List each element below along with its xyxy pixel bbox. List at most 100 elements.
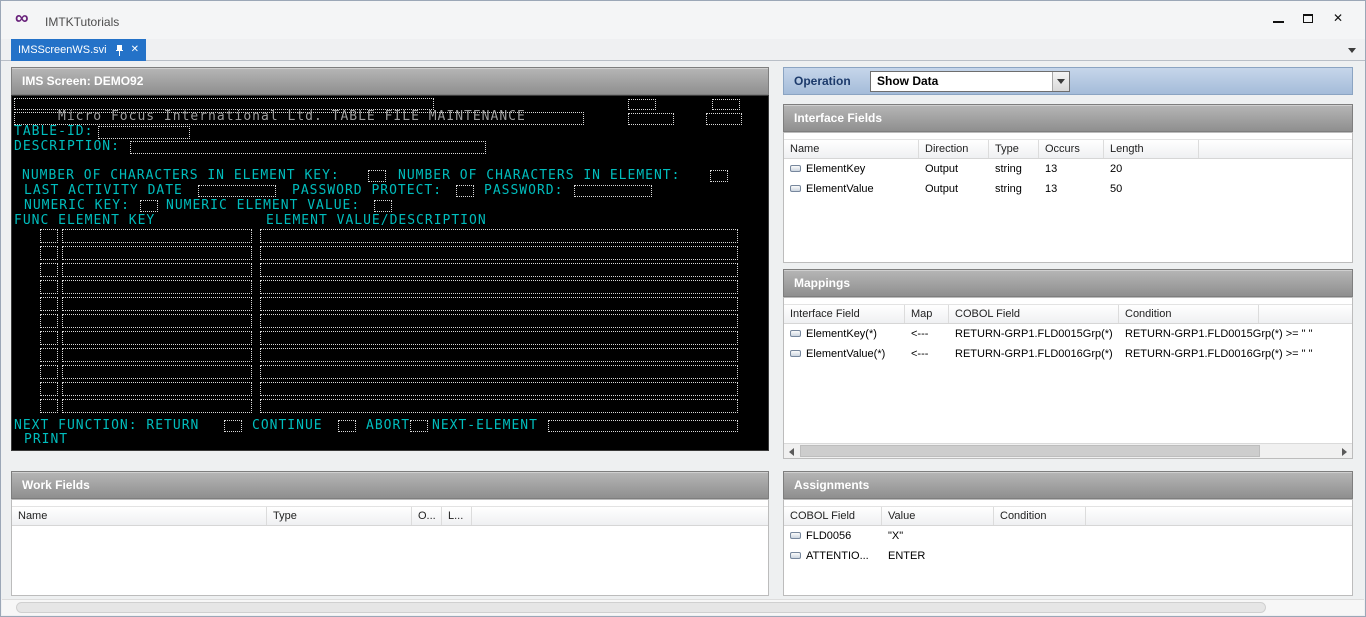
screen-text: NUMBER OF CHARACTERS IN ELEMENT KEY: (22, 169, 340, 183)
screen-field-box[interactable] (260, 331, 738, 345)
scroll-right-arrow-icon[interactable] (1342, 448, 1347, 456)
table-row[interactable]: ElementKey(*)<---RETURN-GRP1.FLD0015Grp(… (784, 324, 1352, 344)
screen-field-box[interactable] (628, 99, 656, 110)
tab-close-icon[interactable]: ✕ (131, 45, 139, 55)
tab-imsscreenws[interactable]: IMSScreenWS.svi ✕ (11, 39, 146, 61)
screen-field-box[interactable] (260, 280, 738, 294)
screen-field-box[interactable] (628, 113, 674, 125)
screen-field-box[interactable] (40, 246, 58, 260)
screen-field-box[interactable] (62, 331, 252, 345)
mappings-horizontal-scrollbar[interactable] (784, 443, 1352, 458)
scrollbar-thumb[interactable] (800, 445, 1260, 457)
ims-screen-designer[interactable]: Micro Focus International Ltd. TABLE FIL… (11, 95, 769, 451)
screen-field-box[interactable] (260, 365, 738, 379)
screen-field-box[interactable] (40, 331, 58, 345)
screen-field-box[interactable] (260, 229, 738, 243)
scroll-left-arrow-icon[interactable] (789, 448, 794, 456)
document-area: IMS Screen: DEMO92 Micro Focus Internati… (1, 62, 1365, 599)
screen-field-box[interactable] (198, 185, 276, 197)
column-header[interactable]: COBOL Field (784, 507, 882, 525)
column-header[interactable]: Type (989, 140, 1039, 158)
column-header[interactable]: Direction (919, 140, 989, 158)
close-button[interactable]: ✕ (1323, 7, 1353, 29)
screen-field-box[interactable] (260, 246, 738, 260)
pin-icon[interactable] (115, 45, 124, 56)
screen-field-box[interactable] (40, 365, 58, 379)
screen-text: NEXT FUNCTION: RETURN (14, 419, 199, 433)
screen-field-box[interactable] (548, 420, 738, 432)
column-header[interactable]: Condition (1119, 305, 1259, 323)
screen-field-box[interactable] (130, 141, 486, 154)
screen-field-box[interactable] (260, 297, 738, 311)
screen-field-box[interactable] (260, 382, 738, 396)
screen-field-box[interactable] (260, 348, 738, 362)
screen-field-box[interactable] (40, 399, 58, 413)
table-row[interactable]: ATTENTIO...ENTER (784, 546, 1352, 566)
screen-field-box[interactable] (40, 297, 58, 311)
screen-field-box[interactable] (62, 314, 252, 328)
column-header[interactable]: Name (12, 507, 267, 525)
column-header[interactable]: Condition (994, 507, 1086, 525)
screen-field-box[interactable] (40, 314, 58, 328)
cell-text: RETURN-GRP1.FLD0016Grp(*) (955, 348, 1113, 360)
cell-text: 20 (1110, 163, 1122, 175)
screen-field-box[interactable] (14, 112, 584, 125)
column-header[interactable]: Interface Field (784, 305, 905, 323)
table-row[interactable]: FLD0056"X" (784, 526, 1352, 546)
screen-field-box[interactable] (62, 365, 252, 379)
column-header[interactable]: Length (1104, 140, 1199, 158)
table-row[interactable]: ElementValueOutputstring1350 (784, 179, 1352, 199)
column-header[interactable]: Name (784, 140, 919, 158)
screen-field-box[interactable] (712, 99, 740, 110)
tab-list-dropdown-icon[interactable] (1348, 48, 1356, 53)
screen-field-box[interactable] (260, 263, 738, 277)
screen-field-box[interactable] (40, 280, 58, 294)
window-horizontal-scrollbar[interactable] (2, 599, 1364, 615)
screen-field-box[interactable] (62, 399, 252, 413)
screen-field-box[interactable] (62, 280, 252, 294)
screen-field-box[interactable] (62, 263, 252, 277)
screen-field-box[interactable] (98, 126, 190, 139)
screen-field-box[interactable] (40, 263, 58, 277)
minimize-button[interactable] (1263, 7, 1293, 29)
column-header[interactable]: O... (412, 507, 442, 525)
screen-field-box[interactable] (260, 399, 738, 413)
cell-text: string (995, 163, 1022, 175)
screen-field-box[interactable] (140, 200, 158, 212)
combo-dropdown-button[interactable] (1052, 72, 1069, 91)
column-header[interactable]: Map (905, 305, 949, 323)
screen-field-box[interactable] (62, 229, 252, 243)
screen-field-box[interactable] (224, 420, 242, 432)
maximize-button[interactable] (1293, 7, 1323, 29)
table-row[interactable]: ElementValue(*)<---RETURN-GRP1.FLD0016Gr… (784, 344, 1352, 364)
column-header[interactable]: COBOL Field (949, 305, 1119, 323)
column-header[interactable]: L... (442, 507, 472, 525)
operation-dropdown[interactable]: Show Data (870, 71, 1070, 92)
table-header-row: COBOL FieldValueCondition (784, 506, 1352, 526)
screen-field-box[interactable] (40, 229, 58, 243)
screen-field-box[interactable] (62, 297, 252, 311)
interface-fields-panel-header: Interface Fields (783, 104, 1353, 132)
screen-field-box[interactable] (374, 200, 392, 212)
screen-field-box[interactable] (456, 185, 474, 197)
screen-field-box[interactable] (62, 348, 252, 362)
interface-fields-title: Interface Fields (794, 111, 882, 125)
screen-field-box[interactable] (410, 420, 428, 432)
screen-field-box[interactable] (338, 420, 356, 432)
column-header[interactable]: Value (882, 507, 994, 525)
column-header[interactable]: Occurs (1039, 140, 1104, 158)
screen-field-box[interactable] (62, 246, 252, 260)
cell-text: 50 (1110, 183, 1122, 195)
screen-field-box[interactable] (368, 170, 386, 182)
column-header[interactable]: Type (267, 507, 412, 525)
screen-field-box[interactable] (260, 314, 738, 328)
table-row[interactable]: ElementKeyOutputstring1320 (784, 159, 1352, 179)
screen-field-box[interactable] (40, 382, 58, 396)
screen-field-box[interactable] (706, 113, 742, 125)
screen-field-box[interactable] (14, 98, 434, 110)
scrollbar-thumb[interactable] (16, 602, 1266, 613)
screen-field-box[interactable] (40, 348, 58, 362)
screen-field-box[interactable] (62, 382, 252, 396)
screen-field-box[interactable] (710, 170, 728, 182)
screen-field-box[interactable] (574, 185, 652, 197)
